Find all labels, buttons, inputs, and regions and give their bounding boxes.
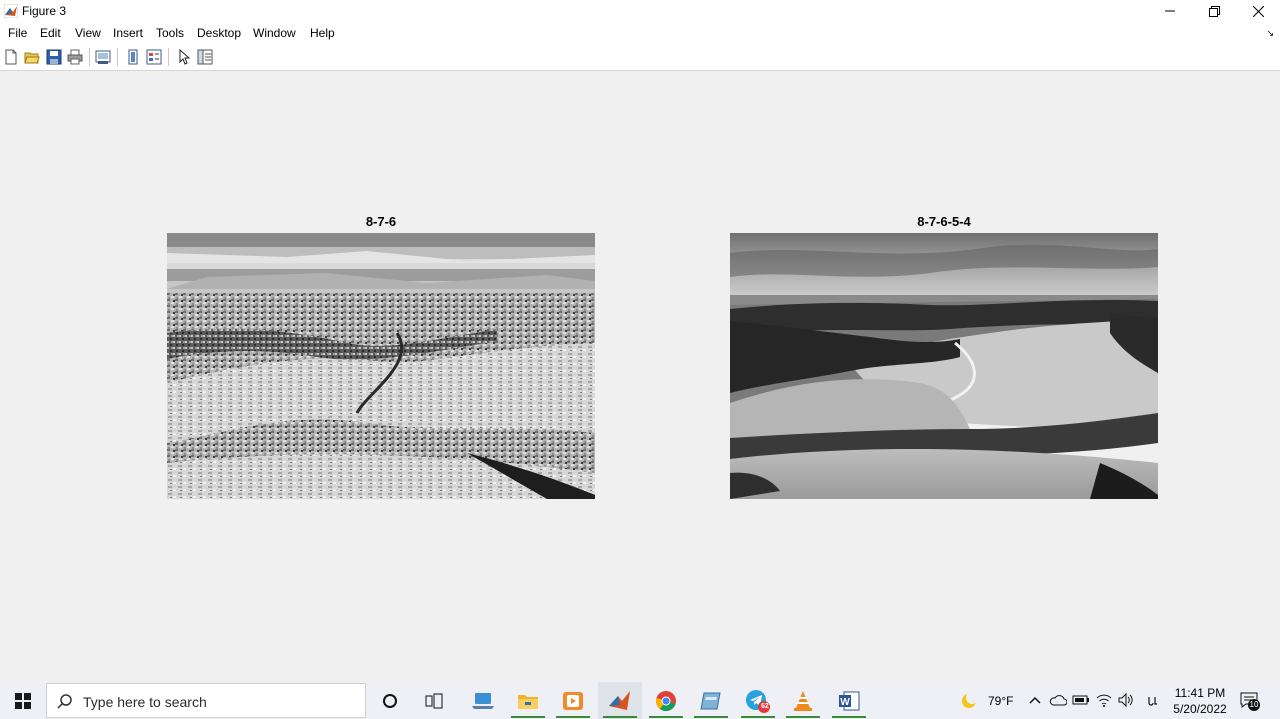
open-icon[interactable] (24, 49, 40, 65)
onedrive-cloud-icon[interactable] (1049, 694, 1067, 706)
search-icon (57, 694, 72, 709)
minimize-button[interactable] (1148, 0, 1192, 22)
vlc-cone-icon (794, 690, 812, 711)
taskbar-app-laptop[interactable] (461, 682, 505, 719)
restore-icon (1208, 5, 1220, 17)
matlab-app-icon (609, 690, 630, 710)
toolbar-separator (89, 48, 90, 66)
save-icon[interactable] (46, 49, 62, 65)
right-axes-title: 8-7-6-5-4 (917, 214, 971, 229)
window-title: Figure 3 (22, 4, 67, 18)
running-indicator (511, 716, 545, 718)
grayscale-landscape-image (730, 233, 1158, 499)
battery-icon[interactable] (1072, 694, 1090, 706)
close-icon (1252, 5, 1264, 17)
running-indicator (649, 716, 683, 718)
colorbar-icon[interactable] (125, 49, 141, 65)
search-placeholder: Type here to search (83, 694, 207, 710)
laptop-app-icon (472, 692, 494, 709)
telegram-badge: 62 (761, 703, 769, 710)
taskbar-media-player[interactable] (551, 682, 595, 719)
menu-tools[interactable]: Tools (156, 26, 184, 40)
running-indicator (832, 716, 866, 718)
right-image-axes[interactable] (730, 233, 1158, 499)
menu-view[interactable]: View (75, 26, 101, 40)
figure-toolbar (0, 44, 1280, 71)
svg-text:W: W (840, 697, 850, 708)
menu-help[interactable]: Help (310, 26, 335, 40)
property-inspector-icon[interactable] (197, 49, 213, 65)
taskbar-telegram[interactable]: 62 (736, 682, 780, 719)
media-player-icon (563, 691, 583, 710)
toolbar-separator (168, 48, 169, 66)
language-indicator-icon[interactable] (1146, 694, 1160, 708)
volume-icon[interactable] (1118, 693, 1134, 707)
running-indicator (741, 716, 775, 718)
legend-icon[interactable] (146, 49, 162, 65)
show-hidden-icons-icon[interactable] (1029, 695, 1041, 705)
clock-time: 11:41 PM (1174, 686, 1226, 700)
task-view-button[interactable] (412, 682, 456, 719)
cortana-circle-icon (383, 693, 397, 708)
word-icon: W (839, 691, 860, 710)
menu-file[interactable]: File (8, 26, 27, 40)
menu-bar: File Edit View Insert Tools Desktop Wind… (0, 22, 1280, 44)
print-icon[interactable] (67, 49, 83, 65)
notification-count-badge: 10 (1248, 699, 1260, 711)
menu-window[interactable]: Window (253, 26, 296, 40)
new-figure-icon[interactable] (3, 49, 19, 65)
chrome-icon (656, 690, 676, 711)
windows-logo-icon (15, 692, 31, 709)
taskbar-chrome[interactable] (644, 682, 688, 719)
title-bar: Figure 3 (0, 0, 1280, 22)
wifi-icon[interactable] (1096, 693, 1112, 707)
taskbar-search-box[interactable]: Type here to search (46, 683, 366, 718)
running-indicator (786, 716, 820, 718)
taskbar-word[interactable]: W (827, 682, 871, 719)
document-app-icon (700, 692, 721, 709)
running-indicator (556, 716, 590, 718)
running-indicator (694, 716, 728, 718)
menu-edit[interactable]: Edit (40, 26, 61, 40)
close-button[interactable] (1236, 0, 1280, 22)
weather-temperature[interactable]: 79°F (988, 694, 1013, 708)
minimize-icon (1165, 10, 1175, 12)
taskbar-clock[interactable]: 11:41 PM 5/20/2022 (1168, 685, 1232, 717)
taskbar-app-blue[interactable] (689, 682, 733, 719)
menu-insert[interactable]: Insert (113, 26, 143, 40)
clock-date: 5/20/2022 (1173, 702, 1227, 716)
taskbar-matlab[interactable] (598, 682, 642, 719)
left-axes-title: 8-7-6 (365, 214, 397, 229)
running-indicator (603, 716, 637, 718)
cortana-button[interactable] (368, 682, 412, 719)
action-center-button[interactable]: 10 (1240, 690, 1266, 712)
start-button[interactable] (0, 682, 46, 719)
figure-canvas: 8-7-6 8-7-6-5-4 (0, 71, 1280, 682)
taskbar-file-explorer[interactable] (506, 682, 550, 719)
folder-icon (518, 694, 538, 709)
task-view-icon (425, 693, 443, 708)
matlab-logo-icon (4, 4, 18, 18)
pointer-icon[interactable] (176, 49, 192, 65)
left-image-axes[interactable] (167, 233, 595, 499)
link-plot-icon[interactable] (95, 49, 111, 65)
dock-arrow-icon[interactable]: ↘ (1266, 28, 1274, 39)
posterized-landscape-image (167, 233, 595, 499)
toolbar-separator (117, 48, 118, 66)
restore-button[interactable] (1192, 0, 1236, 22)
weather-moon-icon[interactable] (960, 692, 978, 710)
windows-taskbar: Type here to search 62 W 79°F 11:41 PM 5… (0, 682, 1280, 719)
menu-desktop[interactable]: Desktop (197, 26, 241, 40)
taskbar-vlc[interactable] (781, 682, 825, 719)
